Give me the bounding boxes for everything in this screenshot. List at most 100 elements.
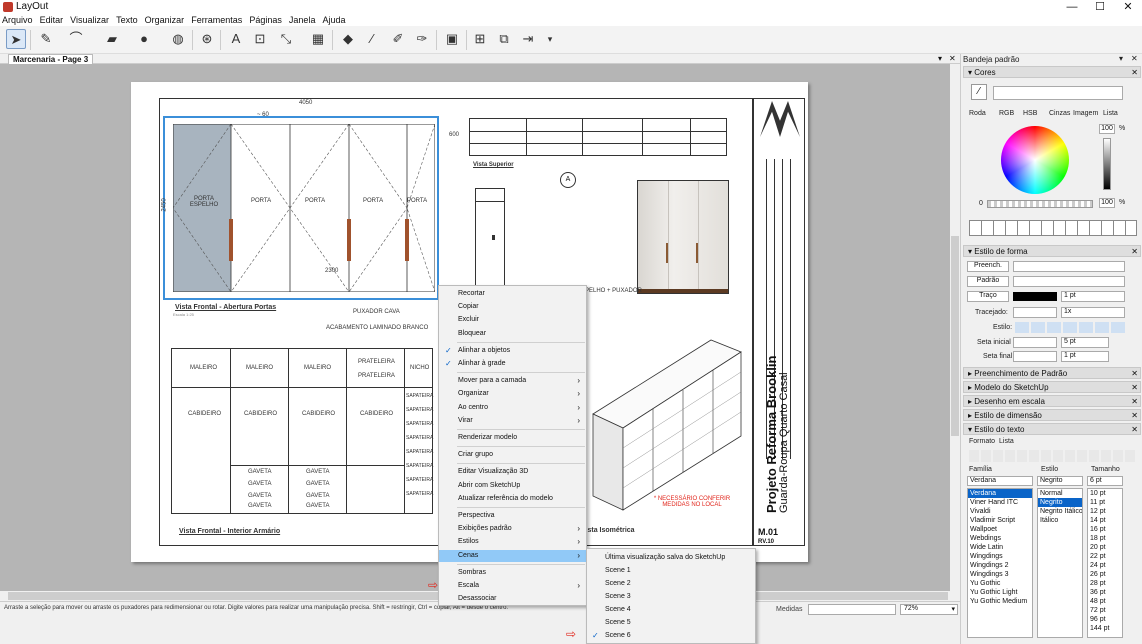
list-item[interactable]: Wingdings 3 — [968, 570, 1032, 579]
menu-janela[interactable]: Janela — [287, 14, 318, 26]
tab-cinzas[interactable]: Cinzas — [1049, 110, 1070, 117]
pattern-swatch[interactable] — [1013, 276, 1125, 287]
context-menu-item[interactable]: ✓ Alinhar à grade — [439, 358, 586, 370]
fill-color[interactable] — [1013, 261, 1125, 272]
context-menu-item[interactable]: Abrir com SketchUp — [439, 480, 586, 492]
scene-item[interactable]: Scene 4 — [587, 603, 755, 616]
dash-style-select[interactable] — [1013, 307, 1057, 318]
pattern-button[interactable]: Padrão — [967, 276, 1009, 287]
font-family-list[interactable]: Verdana Viner Hand ITC Vivaldi Vladimir Scr… — [967, 488, 1033, 638]
tab-hsb[interactable]: HSB — [1023, 110, 1037, 117]
text-format-buttons[interactable] — [969, 450, 1137, 462]
list-item[interactable]: Yu Gothic — [968, 579, 1032, 588]
tab-rgb[interactable]: RGB — [999, 110, 1014, 117]
context-menu-item[interactable]: Exibições padrão › — [439, 523, 586, 535]
list-item[interactable]: Viner Hand ITC — [968, 498, 1032, 507]
font-size-input[interactable]: 6 pt — [1087, 476, 1123, 486]
style-icon[interactable]: ✐ — [388, 29, 408, 49]
list-item[interactable]: Negrito Itálico — [1038, 507, 1082, 516]
section-modelo[interactable]: ▸ Modelo do SketchUp ✕ — [963, 381, 1141, 393]
list-item[interactable]: 12 pt — [1088, 507, 1122, 516]
context-menu-item[interactable]: Desassociar — [439, 593, 586, 605]
render-image[interactable] — [637, 180, 729, 294]
close-button[interactable]: ✕ — [1114, 0, 1142, 14]
tab-lista[interactable]: Lista — [1103, 110, 1118, 117]
context-menu-item[interactable]: Atualizar referência do modelo — [439, 493, 586, 505]
list-item[interactable]: 96 pt — [1088, 615, 1122, 624]
menu-ferramentas[interactable]: Ferramentas — [189, 14, 244, 26]
menu-texto[interactable]: Texto — [114, 14, 140, 26]
scene-item[interactable]: Scene 3 — [587, 590, 755, 603]
text-icon[interactable]: A — [226, 29, 246, 49]
list-item[interactable]: 14 pt — [1088, 516, 1122, 525]
section-desenho[interactable]: ▸ Desenho em escala ✕ — [963, 395, 1141, 407]
vertical-scrollbar[interactable] — [950, 64, 960, 591]
viewport-front-doors[interactable]: PORTA ESPELHO PORTA PORTA PORTA PORTA 23… — [163, 116, 439, 300]
opacity-input[interactable]: 100 — [1099, 198, 1115, 208]
shape-icon[interactable]: ▰ — [102, 29, 122, 49]
tab-close-icon[interactable]: ✕ — [949, 54, 956, 63]
tray-pin-icon[interactable]: ▾ — [1119, 54, 1123, 63]
eyedropper-icon[interactable]: ⁄ — [362, 29, 382, 49]
list-item[interactable]: 48 pt — [1088, 597, 1122, 606]
dash-scale-select[interactable]: 1x — [1061, 307, 1125, 318]
font-style-list[interactable]: Normal Negrito Negrito Itálico Itálico — [1037, 488, 1083, 638]
scene-item[interactable]: Scene 2 — [587, 577, 755, 590]
list-item[interactable]: Vivaldi — [968, 507, 1032, 516]
section-preenchimento[interactable]: ▸ Preenchimento de Padrão ✕ — [963, 367, 1141, 379]
menu-ajuda[interactable]: Ajuda — [321, 14, 348, 26]
context-menu-item[interactable]: Estilos › — [439, 536, 586, 548]
present-icon[interactable]: ▣ — [442, 29, 462, 49]
context-menu-item[interactable]: Organizar › — [439, 388, 586, 400]
context-menu-item[interactable]: Mover para a camada › — [439, 375, 586, 387]
menu-visualizar[interactable]: Visualizar — [68, 14, 111, 26]
list-item[interactable]: Wallpoet — [968, 525, 1032, 534]
list-item[interactable]: 11 pt — [1088, 498, 1122, 507]
viewport-isometric[interactable] — [587, 318, 747, 518]
viewport-interior[interactable]: MALEIRO MALEIRO MALEIRO PRATELEIRA PRATE… — [171, 348, 433, 514]
next-page-icon[interactable]: ⇥ — [518, 29, 538, 49]
tab-marcenaria-page3[interactable]: Marcenaria - Page 3 — [8, 54, 94, 64]
list-item[interactable]: Webdings — [968, 534, 1032, 543]
split-icon[interactable]: ⊛ — [197, 29, 217, 49]
section-texto[interactable]: ▾ Estilo do texto ✕ — [963, 423, 1141, 435]
circle-icon[interactable]: ● — [134, 29, 154, 49]
context-menu-item[interactable]: Recortar — [439, 288, 586, 300]
context-menu-item[interactable]: ✓ Alinhar a objetos — [439, 345, 586, 357]
stroke-button[interactable]: Traço — [967, 291, 1009, 302]
color-swatches[interactable] — [969, 220, 1137, 236]
list-item[interactable]: Wingdings 2 — [968, 561, 1032, 570]
opacity-slider[interactable] — [987, 200, 1093, 208]
list-item[interactable]: 36 pt — [1088, 588, 1122, 597]
end-arrow-size[interactable]: 1 pt — [1061, 351, 1109, 362]
eyedropper-icon[interactable]: ⁄ — [971, 84, 987, 100]
context-menu-item[interactable]: Criar grupo — [439, 449, 586, 461]
tab-roda[interactable]: Roda — [969, 110, 986, 117]
scene-item[interactable]: ✓ Scene 6 — [587, 629, 755, 642]
line-cap-buttons[interactable] — [1015, 322, 1125, 333]
menu-editar[interactable]: Editar — [38, 14, 66, 26]
list-item[interactable]: Negrito — [1038, 498, 1082, 507]
tab-lista-texto[interactable]: Lista — [999, 438, 1014, 445]
font-family-input[interactable]: Verdana — [967, 476, 1033, 486]
menu-arquivo[interactable]: Arquivo — [0, 14, 35, 26]
start-arrow-size[interactable]: 5 pt — [1061, 337, 1109, 348]
add-page-icon[interactable]: ⊞ — [470, 29, 490, 49]
context-menu-item[interactable]: Perspectiva — [439, 510, 586, 522]
brightness-slider[interactable] — [1103, 138, 1111, 190]
list-item[interactable]: 28 pt — [1088, 579, 1122, 588]
toolbar-overflow-icon[interactable]: ▾ — [540, 29, 560, 49]
menu-paginas[interactable]: Páginas — [247, 14, 284, 26]
list-item[interactable]: 10 pt — [1088, 489, 1122, 498]
paint-icon[interactable]: ◍ — [168, 29, 188, 49]
tab-formato[interactable]: Formato — [969, 438, 995, 445]
list-item[interactable]: Vladimir Script — [968, 516, 1032, 525]
dimension-icon[interactable]: ⤡ — [276, 29, 296, 49]
list-item[interactable]: 16 pt — [1088, 525, 1122, 534]
viewport-side-view[interactable] — [475, 188, 505, 298]
tab-menu-icon[interactable]: ▾ — [938, 54, 942, 63]
list-item[interactable]: Normal — [1038, 489, 1082, 498]
context-menu-item[interactable]: Cenas › — [439, 549, 586, 562]
viewport-top-view[interactable] — [469, 118, 727, 156]
context-menu-item[interactable]: Virar › — [439, 415, 586, 427]
